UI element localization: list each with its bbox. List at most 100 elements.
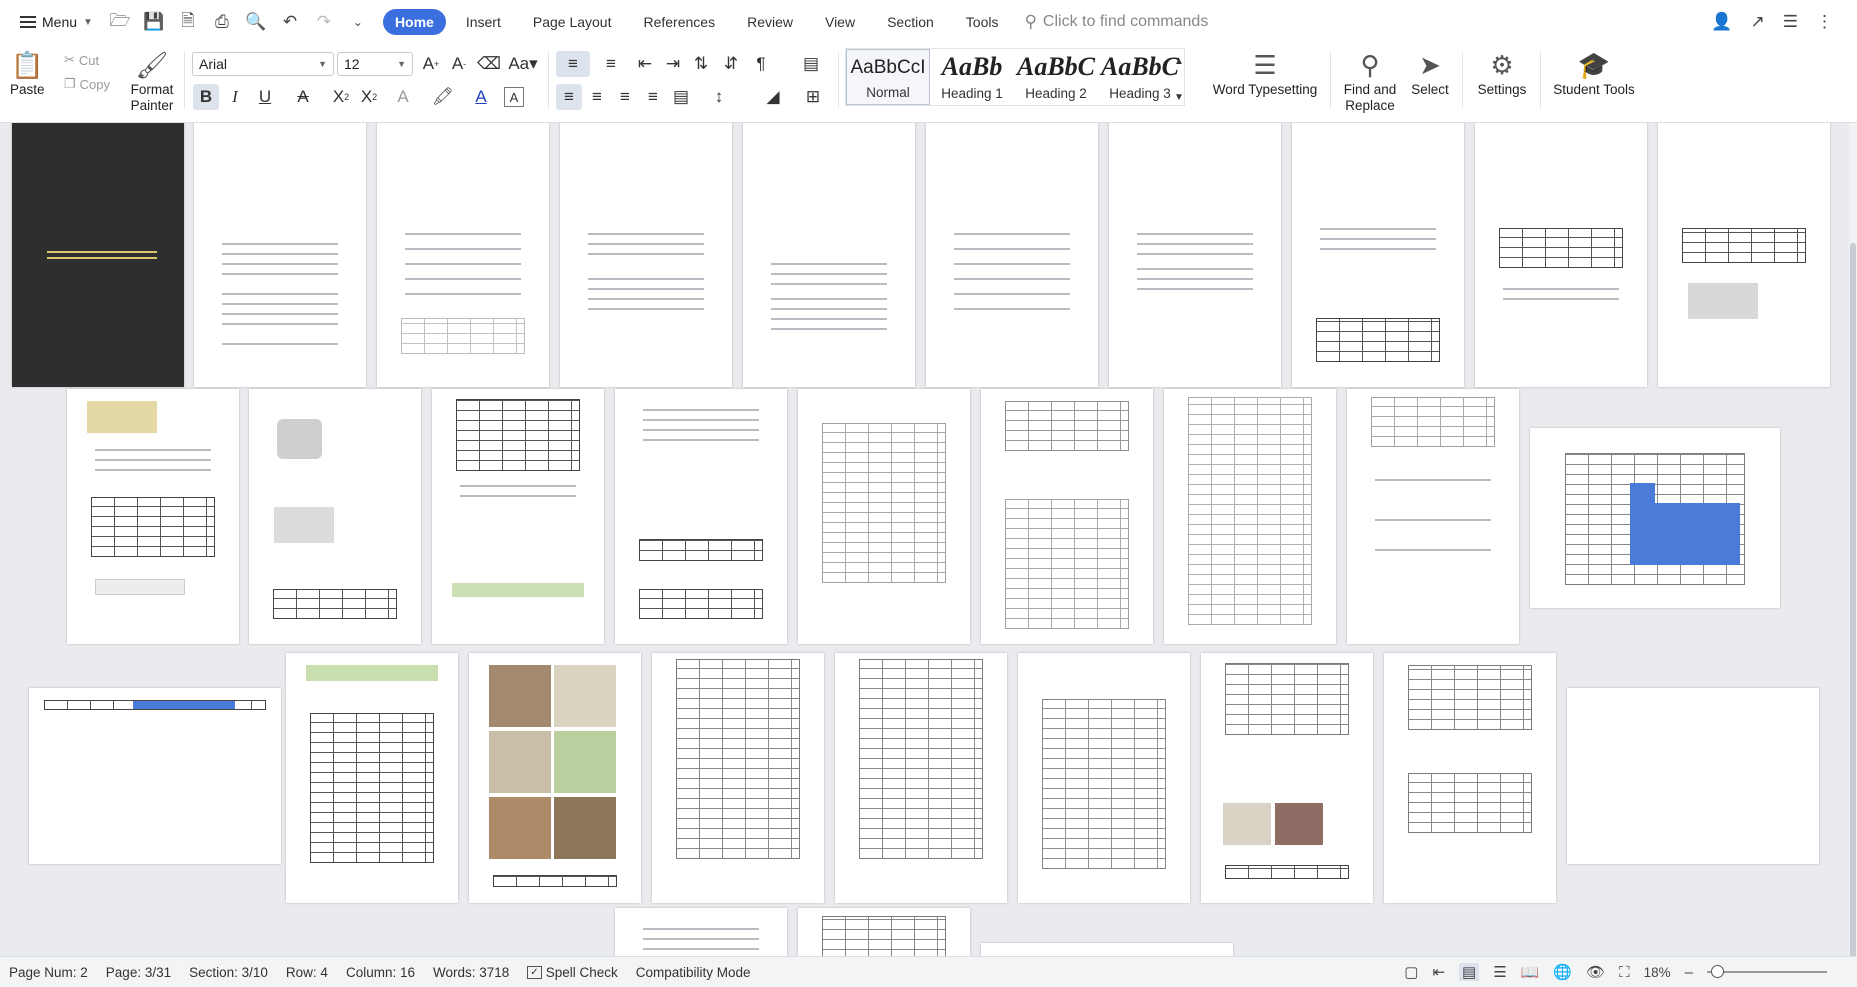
document-page[interactable] [1384,653,1556,903]
document-page[interactable] [1109,123,1281,387]
cut-button[interactable]: ✂ Cut [64,52,99,68]
tab-home[interactable]: Home [382,9,446,35]
reading-view-icon[interactable]: 📖 [1521,963,1540,981]
document-page[interactable] [249,389,421,644]
justify-icon[interactable]: ≡ [640,84,666,110]
print-preview-icon[interactable]: 🔍 [243,9,269,35]
underline-icon[interactable]: U [252,84,278,110]
align-right-icon[interactable]: ≡ [612,84,638,110]
styles-expand-icon[interactable]: ▼ [1172,84,1186,110]
shading-icon[interactable]: ◢ [760,84,786,110]
document-page[interactable] [981,389,1153,644]
font-name-select[interactable]: Arial ▼ [192,52,334,76]
style-heading-1[interactable]: AaBb Heading 1 [930,49,1014,105]
outline-view-icon[interactable]: ☰ [1493,963,1506,981]
sort-icon[interactable]: ⇵ [718,51,744,77]
italic-icon[interactable]: I [222,84,248,110]
superscript-icon[interactable]: X2 [328,84,354,110]
zoom-level[interactable]: 18% [1644,965,1671,980]
fit-page-icon[interactable]: ⛶ [1619,964,1630,981]
style-normal[interactable]: AaBbCcI Normal [846,49,930,105]
vertical-scrollbar[interactable] [1849,123,1857,963]
scrollbar-thumb[interactable] [1850,243,1856,963]
tab-insert[interactable]: Insert [454,9,513,35]
settings-button[interactable]: ⚙ Settings [1470,48,1534,98]
tab-review[interactable]: Review [735,9,805,35]
section-status[interactable]: Section: 3/10 [180,965,277,980]
tab-page-layout[interactable]: Page Layout [521,9,624,35]
document-page[interactable] [1530,428,1780,608]
spell-check-button[interactable]: ✓ Spell Check [518,965,626,980]
text-direction-icon[interactable]: ⇅ [688,51,714,77]
tab-references[interactable]: References [631,9,727,35]
style-heading-3[interactable]: AaBbC Heading 3 [1098,49,1182,105]
document-page[interactable] [286,653,458,903]
character-border-icon[interactable]: A [504,87,524,107]
highlight-icon[interactable]: 🖍 [430,84,456,110]
strikethrough-icon[interactable]: A [290,84,316,110]
page-num-status[interactable]: Page Num: 2 [0,965,97,980]
export-pdf-icon[interactable]: 🗎 [175,9,201,35]
font-size-select[interactable]: 12 ▼ [337,52,413,76]
align-center-icon[interactable]: ≡ [584,84,610,110]
print-icon[interactable]: ⎙ [209,9,235,35]
increase-indent-icon[interactable]: ⇥ [660,51,686,77]
numbered-list-icon[interactable]: ≡ [596,51,626,77]
eye-protection-icon[interactable]: 👁 [1586,963,1605,981]
tab-tools[interactable]: Tools [954,9,1011,35]
undo-icon[interactable]: ↶ [277,9,303,35]
document-page[interactable] [1347,389,1519,644]
borders-icon[interactable]: ⊞ [800,84,826,110]
save-icon[interactable]: 💾 [141,9,167,35]
document-page[interactable] [926,123,1098,387]
focus-mode-icon[interactable]: ▢ [1404,963,1418,981]
open-folder-icon[interactable]: 🗁 [107,9,133,35]
paste-button[interactable]: 📋 Paste [10,48,45,98]
document-page[interactable] [432,389,604,644]
ruler-icon[interactable]: ▤ [798,51,824,77]
redo-icon[interactable]: ↷ [311,9,337,35]
document-page[interactable] [67,389,239,644]
clear-format-icon[interactable]: ⌫ [476,51,502,77]
document-page[interactable] [615,908,787,956]
document-page[interactable] [469,653,641,903]
web-view-icon[interactable]: 🌐 [1553,963,1572,981]
bullet-list-icon[interactable]: ≡ [556,51,590,77]
document-page[interactable] [377,123,549,387]
page-status[interactable]: Page: 3/31 [97,965,180,980]
document-page[interactable] [1018,653,1190,903]
document-page[interactable] [835,653,1007,903]
outline-icon[interactable]: ⇤ [1432,963,1445,981]
align-left-icon[interactable]: ≡ [556,84,582,110]
tab-section[interactable]: Section [875,9,946,35]
student-tools-button[interactable]: 🎓 Student Tools [1548,48,1640,98]
styles-scroll-icon[interactable]: ▲ [1172,48,1186,74]
distribute-icon[interactable]: ▤ [668,84,694,110]
bold-icon[interactable]: B [193,84,219,110]
document-page[interactable] [981,943,1233,956]
more-options-icon[interactable]: ⋮ [1816,12,1833,32]
copy-button[interactable]: ❐ Copy [64,76,110,92]
change-case-icon[interactable]: Aa▾ [506,51,540,77]
subscript-icon[interactable]: X2 [356,84,382,110]
command-search[interactable]: ⚲ Click to find commands [1024,12,1208,32]
document-page[interactable] [743,123,915,387]
add-user-icon[interactable]: 👤 [1711,12,1732,32]
text-effect-icon[interactable]: A [390,84,416,110]
find-replace-button[interactable]: ⚲ Find and Replace [1338,48,1402,114]
font-color-icon[interactable]: A [468,84,494,110]
document-page[interactable] [798,908,970,956]
document-page[interactable] [1292,123,1464,387]
document-page[interactable] [194,123,366,387]
grow-font-icon[interactable]: A + [418,51,444,77]
tab-view[interactable]: View [813,9,867,35]
document-page[interactable] [615,389,787,644]
document-page[interactable] [29,688,281,864]
style-heading-2[interactable]: AaBbC Heading 2 [1014,49,1098,105]
share-icon[interactable]: ↗ [1751,12,1765,32]
line-spacing-icon[interactable]: ↕ [706,84,732,110]
zoom-slider[interactable] [1707,965,1827,978]
window-options-icon[interactable]: ☰ [1783,12,1798,32]
document-page[interactable] [1164,389,1336,644]
document-page[interactable] [798,389,970,644]
